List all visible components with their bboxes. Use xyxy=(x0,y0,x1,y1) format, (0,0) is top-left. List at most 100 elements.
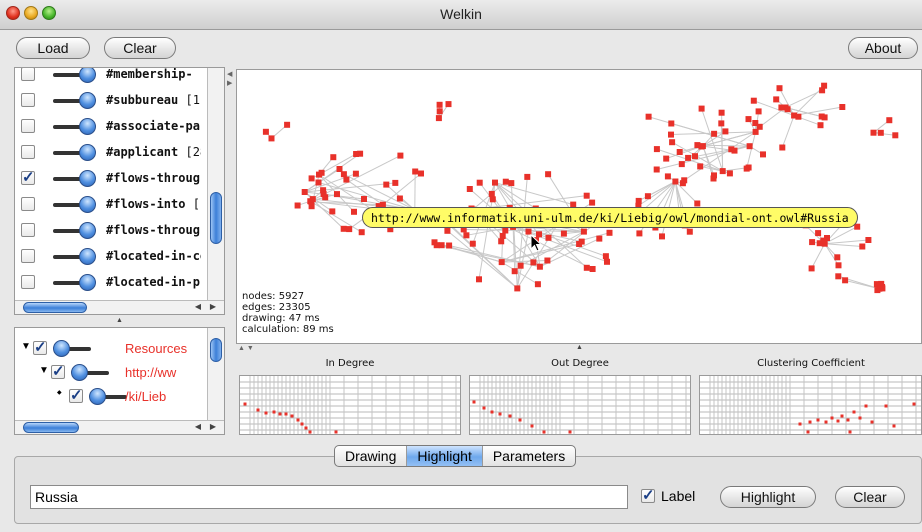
predicate-checkbox[interactable] xyxy=(21,223,35,237)
graph-node[interactable] xyxy=(672,178,679,185)
resources-scroll-right-icon[interactable]: ▶ xyxy=(206,420,220,434)
graph-node[interactable] xyxy=(842,277,849,284)
highlight-button[interactable]: Highlight xyxy=(720,486,816,508)
graph-node[interactable] xyxy=(685,154,692,161)
tab-highlight[interactable]: Highlight xyxy=(407,446,483,466)
graph-node[interactable] xyxy=(308,175,315,182)
resources-horizontal-scrollbar[interactable]: ◀ ▶ xyxy=(15,420,224,434)
graph-node[interactable] xyxy=(545,171,552,178)
graph-node[interactable] xyxy=(834,254,841,261)
predicate-row[interactable]: #flows-into [1 xyxy=(15,192,205,218)
split-handle-graph-icon[interactable]: ▲ xyxy=(576,344,583,351)
graph-node[interactable] xyxy=(645,113,652,120)
graph-node[interactable] xyxy=(530,259,537,266)
predicate-slider-knob[interactable] xyxy=(79,222,96,239)
bullet-icon[interactable]: ◆ xyxy=(57,389,62,396)
graph-node[interactable] xyxy=(489,196,496,203)
predicate-checkbox[interactable] xyxy=(21,197,35,211)
graph-node[interactable] xyxy=(361,196,367,202)
graph-node[interactable] xyxy=(773,96,780,103)
predicate-slider-knob[interactable] xyxy=(79,170,96,187)
graph-node[interactable] xyxy=(469,240,476,247)
about-button[interactable]: About xyxy=(848,37,918,59)
predicate-checkbox[interactable] xyxy=(21,119,35,133)
graph-node[interactable] xyxy=(435,115,442,122)
graph-node[interactable] xyxy=(352,170,359,177)
graph-node[interactable] xyxy=(745,116,752,123)
graph-node[interactable] xyxy=(692,153,698,160)
graph-node[interactable] xyxy=(476,276,482,283)
graph-node[interactable] xyxy=(536,263,543,270)
predicate-row[interactable]: #associate-par xyxy=(15,114,205,140)
predicate-slider-knob[interactable] xyxy=(79,144,96,161)
scroll-right-arrow-icon[interactable]: ▶ xyxy=(206,300,220,314)
graph-node[interactable] xyxy=(636,230,643,237)
graph-node[interactable] xyxy=(808,265,815,272)
graph-node[interactable] xyxy=(436,108,443,115)
predicate-checkbox[interactable] xyxy=(21,249,35,263)
graph-node[interactable] xyxy=(694,200,701,207)
predicate-row[interactable]: #membership- xyxy=(15,68,205,88)
graph-node[interactable] xyxy=(583,264,590,271)
graph-node[interactable] xyxy=(776,85,783,92)
graph-node[interactable] xyxy=(886,117,893,124)
graph-node[interactable] xyxy=(865,237,872,243)
graph-node[interactable] xyxy=(778,104,785,111)
graph-node[interactable] xyxy=(668,120,675,127)
graph-node[interactable] xyxy=(644,193,651,200)
graph-node[interactable] xyxy=(760,151,766,158)
graph-node[interactable] xyxy=(795,113,802,120)
graph-node[interactable] xyxy=(320,191,327,197)
graph-node[interactable] xyxy=(498,238,505,245)
predicate-row[interactable]: #located-in-pr xyxy=(15,270,205,296)
graph-node[interactable] xyxy=(315,179,322,186)
graph-node[interactable] xyxy=(606,229,613,236)
predicate-checkbox[interactable] xyxy=(21,168,35,186)
predicate-row[interactable]: #located-in-co xyxy=(15,244,205,270)
resources-scroll-left-icon[interactable]: ◀ xyxy=(191,420,205,434)
graph-node[interactable] xyxy=(444,227,451,234)
disclosure-triangle-icon[interactable]: ▼ xyxy=(39,365,49,376)
graph-node[interactable] xyxy=(431,239,438,246)
predicate-slider-knob[interactable] xyxy=(79,92,96,109)
graph-node[interactable] xyxy=(445,101,452,108)
graph-node[interactable] xyxy=(711,172,717,179)
graph-node[interactable] xyxy=(492,179,498,186)
resource-tree-row[interactable]: ◆ /ki/Lieb xyxy=(51,386,205,408)
resource-checkbox[interactable] xyxy=(51,362,65,380)
graph-node[interactable] xyxy=(268,135,275,142)
graph-node[interactable] xyxy=(818,113,825,120)
graph-node[interactable] xyxy=(534,281,541,288)
graph-node[interactable] xyxy=(879,285,886,292)
graph-node[interactable] xyxy=(602,253,609,260)
resource-checkbox[interactable] xyxy=(33,338,47,356)
graph-node[interactable] xyxy=(746,143,753,150)
graph-node[interactable] xyxy=(580,228,587,235)
graph-node[interactable] xyxy=(396,195,403,202)
graph-node[interactable] xyxy=(340,225,347,232)
graph-node[interactable] xyxy=(318,169,325,176)
graph-node[interactable] xyxy=(835,273,842,280)
graph-node[interactable] xyxy=(309,196,316,203)
graph-node[interactable] xyxy=(877,129,884,136)
graph-node[interactable] xyxy=(560,230,567,237)
graph-node[interactable] xyxy=(498,259,505,266)
resource-checkbox[interactable] xyxy=(69,386,83,404)
graph-node[interactable] xyxy=(524,173,531,180)
predicate-slider-knob[interactable] xyxy=(79,68,96,83)
graph-node[interactable] xyxy=(383,181,390,188)
graph-node[interactable] xyxy=(476,179,483,186)
predicate-slider-knob[interactable] xyxy=(79,274,96,291)
out-degree-histogram[interactable] xyxy=(469,375,692,435)
graph-node[interactable] xyxy=(663,155,670,162)
graph-node[interactable] xyxy=(340,171,347,178)
graph-node[interactable] xyxy=(358,229,365,236)
graph-node[interactable] xyxy=(397,152,404,159)
resource-tree-row[interactable]: ▼ http://ww xyxy=(33,362,205,384)
graph-node[interactable] xyxy=(755,108,762,115)
graph-node[interactable] xyxy=(698,105,705,112)
graph-node[interactable] xyxy=(330,154,337,161)
in-degree-histogram[interactable] xyxy=(239,375,462,435)
graph-node[interactable] xyxy=(517,262,524,269)
predicate-row[interactable]: #subbureau [1 xyxy=(15,88,205,114)
